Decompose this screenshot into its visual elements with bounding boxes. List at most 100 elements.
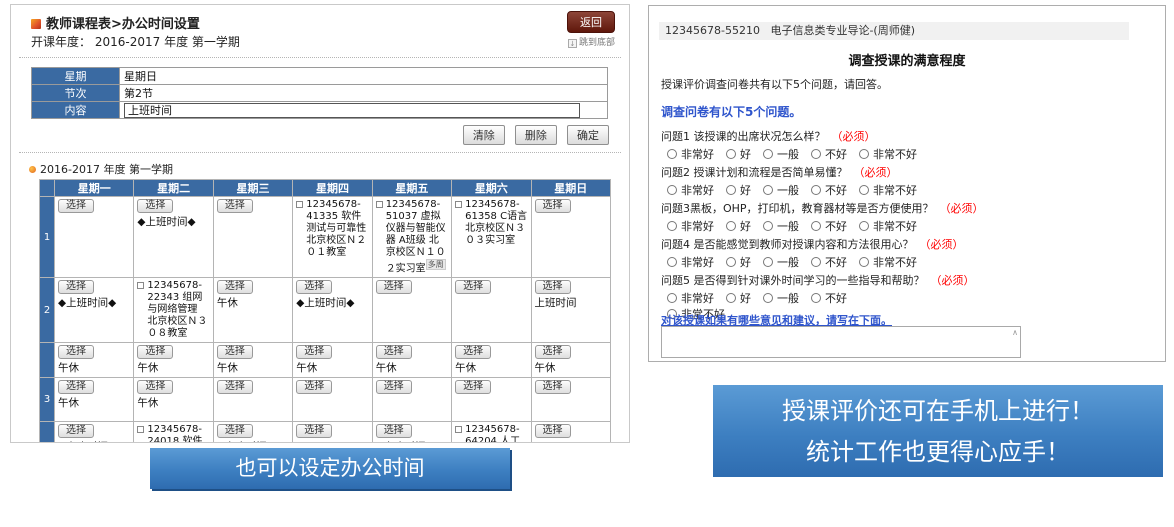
schedule-caption: 2016-2017 年度 第一学期 [29, 161, 629, 177]
select-button[interactable]: 选择 [455, 280, 491, 294]
course-checkbox[interactable] [455, 201, 462, 208]
content-input[interactable] [124, 103, 580, 118]
radio-label: 好 [740, 292, 751, 305]
question-block: 问题3黑板，OHP，打印机，教育器材等是否方便使用？（必须） 非常好好 一般不好非常… [661, 200, 1155, 231]
jump-to-bottom-link[interactable]: ↓跳到底部 [568, 35, 615, 48]
radio-option[interactable]: 好 [726, 218, 751, 234]
select-button[interactable]: 选择 [535, 280, 571, 294]
page-icon [31, 19, 41, 29]
radio-option[interactable]: 不好 [811, 182, 847, 198]
select-button[interactable]: 选择 [137, 380, 173, 394]
radio-option[interactable]: 一般 [763, 218, 799, 234]
radio-option[interactable]: 一般 [763, 182, 799, 198]
question-text-row: 问题5 是否得到针对课外时间学习的一些指导和帮助？（必须） [661, 272, 1155, 287]
radio-option[interactable]: 一般 [763, 290, 799, 306]
schedule-cell: 选择午休 [134, 343, 213, 378]
schedule-row: 选择午休选择午休选择午休选择午休选择午休选择午休选择午休 [40, 343, 611, 378]
back-button[interactable]: 返回 [567, 11, 615, 33]
radio-option[interactable]: 好 [726, 254, 751, 270]
radio-option[interactable]: 非常好 [667, 182, 714, 198]
course-checkbox[interactable] [455, 426, 462, 433]
radio-option[interactable]: 好 [726, 146, 751, 162]
select-button[interactable]: 选择 [535, 199, 571, 213]
select-button[interactable]: 选择 [58, 199, 94, 213]
form-row-week: 星期 星期日 [32, 68, 608, 85]
multi-week-link[interactable]: 多周 [426, 259, 446, 270]
select-button[interactable]: 选择 [535, 380, 571, 394]
select-button[interactable]: 选择 [58, 280, 94, 294]
confirm-button[interactable]: 确定 [567, 125, 609, 145]
form-row-content: 内容 [32, 102, 608, 119]
radio-option[interactable]: 不好 [811, 146, 847, 162]
schedule-cell: 选择午休 [531, 343, 610, 378]
comment-textarea[interactable] [661, 326, 1021, 358]
radio-option[interactable]: 非常不好 [859, 146, 917, 162]
select-button[interactable]: 选择 [455, 345, 491, 359]
radio-option[interactable]: 不好 [811, 290, 847, 306]
radio-option[interactable]: 非常不好 [859, 254, 917, 270]
course-checkbox[interactable] [296, 201, 303, 208]
schedule-cell: 选择◆上班时间◆ [213, 422, 292, 443]
select-button[interactable]: 选择 [217, 199, 253, 213]
select-button[interactable]: 选择 [58, 380, 94, 394]
question-text-row: 问题1 该授课的出席状况怎么样？（必须） [661, 128, 1155, 143]
select-button[interactable]: 选择 [296, 345, 332, 359]
screenshot-canvas: 教师课程表>办公时间设置 返回 开课年度： 2016-2017 年度 第一学期 … [0, 0, 1174, 527]
question-text: 问题2 授课计划和流程是否简单易懂？ [661, 166, 848, 179]
radio-icon [667, 293, 677, 303]
form-buttons: 清除 删除 确定 [31, 124, 609, 145]
select-button[interactable]: 选择 [296, 424, 332, 438]
panel-header: 教师课程表>办公时间设置 返回 [11, 5, 629, 27]
schedule-cell: 选择◆上班时间◆ [134, 197, 213, 278]
select-button[interactable]: 选择 [58, 424, 94, 438]
select-button[interactable]: 选择 [535, 345, 571, 359]
radio-label: 一般 [777, 220, 799, 233]
select-button[interactable]: 选择 [455, 380, 491, 394]
radio-option[interactable]: 非常好 [667, 218, 714, 234]
radio-option[interactable]: 非常不好 [859, 182, 917, 198]
banner-line-1: 授课评价还可在手机上进行！ [713, 391, 1163, 432]
radio-option[interactable]: 非常好 [667, 146, 714, 162]
select-button[interactable]: 选择 [217, 380, 253, 394]
select-button[interactable]: 选择 [217, 424, 253, 438]
select-button[interactable]: 选择 [376, 424, 412, 438]
survey-questions: 问题1 该授课的出席状况怎么样？（必须）非常好好一般不好非常不好问题2 授课计划… [661, 128, 1155, 324]
week-value: 星期日 [120, 68, 608, 85]
schedule-cell: 选择 [55, 197, 134, 278]
radio-option[interactable]: 好 [726, 182, 751, 198]
question-text: 问题5 是否得到针对课外时间学习的一些指导和帮助？ [661, 274, 925, 287]
radio-option[interactable]: 非常好 [667, 254, 714, 270]
radio-label: 非常好 [681, 220, 714, 233]
select-button[interactable]: 选择 [376, 345, 412, 359]
course-entry: 12345678-61358 C语言 北京校区Ｎ３０３实习室 [455, 199, 527, 247]
schedule-cell: 选择 [531, 197, 610, 278]
radio-option[interactable]: 一般 [763, 146, 799, 162]
radio-icon [726, 293, 736, 303]
cell-note: ◆上班时间◆ [296, 295, 368, 310]
course-checkbox[interactable] [376, 201, 383, 208]
select-button[interactable]: 选择 [217, 345, 253, 359]
course-text: 12345678-64204 人工智能导论 北京校区Ｎ２０５教室 [465, 424, 525, 443]
course-name: 电子信息类专业导论-(周师健) [770, 24, 915, 37]
select-button[interactable]: 选择 [535, 424, 571, 438]
select-button[interactable]: 选择 [296, 380, 332, 394]
schedule-cell: 选择 [452, 378, 531, 422]
select-button[interactable]: 选择 [376, 380, 412, 394]
radio-option[interactable]: 不好 [811, 254, 847, 270]
question-text-row: 问题3黑板，OHP，打印机，教育器材等是否方便使用？（必须） [661, 200, 1155, 215]
radio-option[interactable]: 非常不好 [859, 218, 917, 234]
clear-button[interactable]: 清除 [463, 125, 505, 145]
select-button[interactable]: 选择 [137, 199, 173, 213]
select-button[interactable]: 选择 [137, 345, 173, 359]
select-button[interactable]: 选择 [58, 345, 94, 359]
radio-option[interactable]: 一般 [763, 254, 799, 270]
radio-option[interactable]: 不好 [811, 218, 847, 234]
course-checkbox[interactable] [137, 426, 144, 433]
select-button[interactable]: 选择 [217, 280, 253, 294]
schedule-cell: 选择午休 [452, 343, 531, 378]
select-button[interactable]: 选择 [296, 280, 332, 294]
delete-button[interactable]: 删除 [515, 125, 557, 145]
select-button[interactable]: 选择 [376, 280, 412, 294]
period-value: 第2节 [120, 85, 608, 102]
course-checkbox[interactable] [137, 282, 144, 289]
